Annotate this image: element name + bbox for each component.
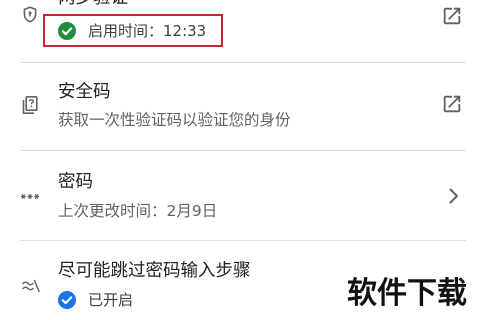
- enabled-time-text: 启用时间：12:33: [88, 22, 207, 40]
- two-step-verification-title: 两步验证: [58, 0, 128, 8]
- skip-password-icon: [21, 278, 41, 294]
- external-link-icon[interactable]: [441, 5, 463, 27]
- skip-password-title: 尽可能跳过密码输入步骤: [58, 261, 251, 281]
- skip-password-status: 已开启: [88, 291, 134, 309]
- backup-codes-description: 获取一次性验证码以验证您的身份: [58, 111, 291, 129]
- backup-codes-row[interactable]: 安全码 获取一次性验证码以验证您的身份: [0, 63, 480, 150]
- backup-codes-title: 安全码: [58, 82, 111, 102]
- password-title: 密码: [58, 172, 93, 192]
- external-link-icon[interactable]: [441, 93, 463, 115]
- password-last-changed: 上次更改时间：2月9日: [58, 202, 218, 220]
- chevron-right-icon[interactable]: [446, 187, 462, 205]
- watermark-text: 软件下载: [347, 276, 467, 311]
- shield-icon: [23, 6, 37, 23]
- two-step-verification-row[interactable]: 两步验证 启用时间：12:33: [0, 0, 480, 62]
- backup-codes-icon: [21, 95, 39, 115]
- password-row[interactable]: 密码 上次更改时间：2月9日: [0, 151, 480, 240]
- check-circle-icon: [58, 22, 76, 40]
- security-settings-list: 两步验证 启用时间：12:33 安全码 获取一次性验证码以验证您的身: [0, 0, 480, 320]
- check-circle-icon: [58, 291, 76, 309]
- password-icon: [20, 192, 40, 201]
